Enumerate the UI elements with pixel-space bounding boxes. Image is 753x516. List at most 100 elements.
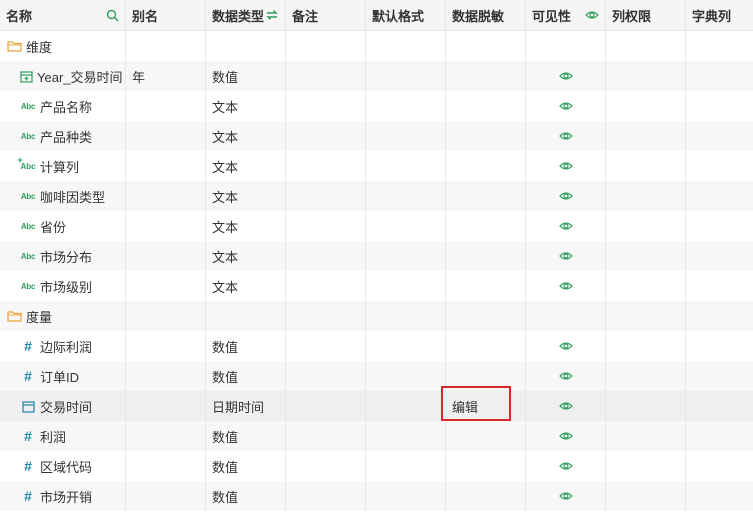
default-format-cell[interactable] <box>366 181 446 211</box>
data-type-cell[interactable]: 文本 <box>206 151 286 181</box>
eye-icon[interactable] <box>558 161 573 171</box>
field-row[interactable]: Year_交易时间年 数值 <box>0 61 753 91</box>
remark-cell[interactable] <box>286 61 366 91</box>
dictionary-cell[interactable] <box>686 91 753 121</box>
eye-icon[interactable] <box>558 131 573 141</box>
remark-cell[interactable] <box>286 331 366 361</box>
alias-cell[interactable] <box>126 391 206 421</box>
dictionary-cell[interactable] <box>686 151 753 181</box>
dictionary-cell[interactable] <box>686 301 753 331</box>
eye-icon[interactable] <box>558 281 573 291</box>
remark-cell[interactable] <box>286 301 366 331</box>
eye-icon[interactable] <box>558 101 573 111</box>
remark-cell[interactable] <box>286 151 366 181</box>
column-permission-cell[interactable] <box>606 301 686 331</box>
remark-cell[interactable] <box>286 31 366 61</box>
default-format-cell[interactable] <box>366 121 446 151</box>
column-permission-cell[interactable] <box>606 31 686 61</box>
eye-icon[interactable] <box>558 221 573 231</box>
remark-cell[interactable] <box>286 481 366 511</box>
name-cell[interactable]: 交易时间 <box>0 391 126 421</box>
name-cell[interactable]: Abc 市场级别 <box>0 271 126 301</box>
alias-cell[interactable] <box>126 211 206 241</box>
name-cell[interactable]: # 边际利润 <box>0 331 126 361</box>
eye-icon[interactable] <box>558 341 573 351</box>
remark-cell[interactable] <box>286 271 366 301</box>
alias-cell[interactable] <box>126 31 206 61</box>
data-type-cell[interactable]: 文本 <box>206 91 286 121</box>
dictionary-cell[interactable] <box>686 451 753 481</box>
alias-cell[interactable] <box>126 151 206 181</box>
folder-row[interactable]: 维度 <box>0 31 753 61</box>
remark-cell[interactable] <box>286 391 366 421</box>
field-row[interactable]: Abc 产品种类 文本 <box>0 121 753 151</box>
data-type-cell[interactable]: 文本 <box>206 241 286 271</box>
eye-icon[interactable] <box>558 371 573 381</box>
default-format-cell[interactable] <box>366 31 446 61</box>
data-type-cell[interactable] <box>206 31 286 61</box>
column-permission-cell[interactable] <box>606 91 686 121</box>
remark-cell[interactable] <box>286 451 366 481</box>
column-permission-cell[interactable] <box>606 481 686 511</box>
name-cell[interactable]: Abc 咖啡因类型 <box>0 181 126 211</box>
remark-cell[interactable] <box>286 211 366 241</box>
alias-cell[interactable] <box>126 481 206 511</box>
column-permission-cell[interactable] <box>606 61 686 91</box>
alias-cell[interactable] <box>126 301 206 331</box>
eye-icon[interactable] <box>558 431 573 441</box>
data-type-cell[interactable]: 文本 <box>206 271 286 301</box>
column-permission-cell[interactable] <box>606 121 686 151</box>
name-cell[interactable]: Abc 产品种类 <box>0 121 126 151</box>
default-format-cell[interactable] <box>366 151 446 181</box>
search-icon[interactable] <box>106 9 119 22</box>
default-format-cell[interactable] <box>366 241 446 271</box>
column-permission-cell[interactable] <box>606 271 686 301</box>
alias-cell[interactable] <box>126 451 206 481</box>
remark-cell[interactable] <box>286 421 366 451</box>
eye-icon[interactable] <box>558 251 573 261</box>
remark-cell[interactable] <box>286 121 366 151</box>
name-cell[interactable]: # 区域代码 <box>0 451 126 481</box>
default-format-cell[interactable] <box>366 301 446 331</box>
default-format-cell[interactable] <box>366 211 446 241</box>
data-type-cell[interactable]: 文本 <box>206 211 286 241</box>
name-cell[interactable]: Abc 市场分布 <box>0 241 126 271</box>
field-row[interactable]: Abc 咖啡因类型 文本 <box>0 181 753 211</box>
eye-icon[interactable] <box>558 71 573 81</box>
dictionary-cell[interactable] <box>686 331 753 361</box>
remark-cell[interactable] <box>286 241 366 271</box>
field-row[interactable]: # 边际利润 数值 <box>0 331 753 361</box>
field-row[interactable]: # 订单ID 数值 <box>0 361 753 391</box>
default-format-cell[interactable] <box>366 481 446 511</box>
eye-icon[interactable] <box>558 401 573 411</box>
field-row[interactable]: Abc 产品名称 文本 <box>0 91 753 121</box>
alias-cell[interactable] <box>126 271 206 301</box>
field-row[interactable]: Abc 省份 文本 <box>0 211 753 241</box>
dictionary-cell[interactable] <box>686 391 753 421</box>
alias-cell[interactable] <box>126 421 206 451</box>
eye-icon[interactable] <box>558 491 573 501</box>
swap-icon[interactable] <box>265 9 279 21</box>
column-permission-cell[interactable] <box>606 331 686 361</box>
name-cell[interactable]: # 订单ID <box>0 361 126 391</box>
alias-cell[interactable] <box>126 91 206 121</box>
default-format-cell[interactable] <box>366 271 446 301</box>
column-permission-cell[interactable] <box>606 361 686 391</box>
field-row[interactable]: Abc 市场分布 文本 <box>0 241 753 271</box>
name-cell[interactable]: 维度 <box>0 31 126 61</box>
data-type-cell[interactable]: 数值 <box>206 331 286 361</box>
eye-icon[interactable] <box>585 10 599 20</box>
dictionary-cell[interactable] <box>686 61 753 91</box>
dictionary-cell[interactable] <box>686 31 753 61</box>
data-type-cell[interactable]: 数值 <box>206 361 286 391</box>
masking-edit-link[interactable]: 编辑 <box>452 397 478 416</box>
name-cell[interactable]: Abc计算列 <box>0 151 126 181</box>
default-format-cell[interactable] <box>366 421 446 451</box>
data-type-cell[interactable]: 数值 <box>206 61 286 91</box>
alias-cell[interactable] <box>126 181 206 211</box>
alias-cell[interactable] <box>126 241 206 271</box>
folder-row[interactable]: 度量 <box>0 301 753 331</box>
alias-cell[interactable] <box>126 331 206 361</box>
default-format-cell[interactable] <box>366 391 446 421</box>
field-row[interactable]: # 利润 数值 <box>0 421 753 451</box>
